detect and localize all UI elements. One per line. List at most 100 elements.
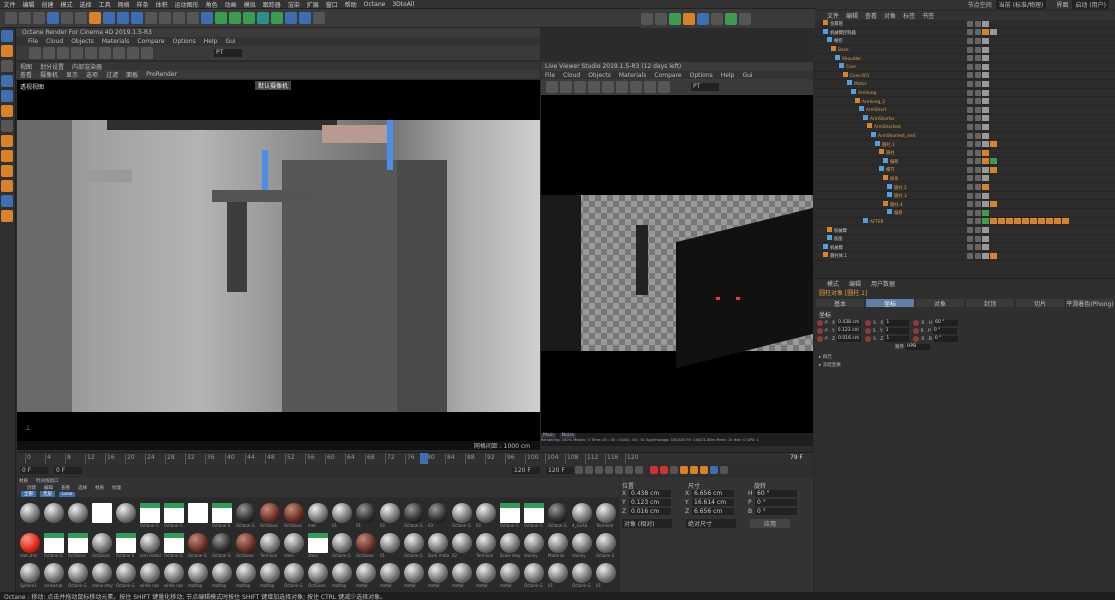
camera-dropdown[interactable]: 默认摄像机 — [255, 81, 292, 90]
tag-icon[interactable] — [982, 98, 989, 105]
material-swatch[interactable]: Octane G — [572, 563, 593, 590]
coord-value-field[interactable]: 0.123 cm — [629, 499, 671, 506]
menu-item-6[interactable]: 网格 — [118, 0, 130, 9]
tag-icon[interactable] — [982, 244, 989, 251]
render-toggle[interactable] — [975, 46, 981, 53]
axis-mode-icon[interactable] — [739, 12, 751, 25]
points-mode-icon[interactable] — [683, 12, 695, 25]
stack-icon[interactable] — [1, 210, 13, 222]
material-menu-item-4[interactable]: 材质 — [95, 485, 104, 491]
node-space-dropdown[interactable]: 当前 (标准/物理) — [995, 0, 1047, 9]
tag-icon[interactable] — [982, 184, 989, 191]
render-toggle[interactable] — [975, 201, 981, 208]
material-swatch[interactable]: metal — [380, 563, 401, 590]
material-swatch[interactable]: Octane G — [524, 503, 545, 530]
tag-icon[interactable] — [982, 80, 989, 87]
rotation-key-icon[interactable] — [690, 466, 698, 474]
tag-icon[interactable] — [982, 166, 989, 173]
render-toggle[interactable] — [975, 158, 981, 165]
render-toggle[interactable] — [975, 166, 981, 173]
lv-send-icon[interactable] — [546, 81, 558, 93]
tag-icon[interactable] — [982, 209, 989, 216]
attr-param-value[interactable]: 1 — [884, 328, 909, 334]
material-swatch[interactable]: 03 — [428, 503, 449, 530]
material-swatch[interactable] — [44, 503, 65, 530]
keyframe-dot-icon[interactable] — [817, 320, 823, 326]
end-frame-field-2[interactable]: 120 F — [546, 466, 574, 474]
snapping-icon[interactable] — [1, 120, 13, 132]
material-swatch[interactable]: Octane S — [212, 503, 233, 530]
tag-icon[interactable] — [990, 218, 997, 225]
octane-menu-item-5[interactable]: Options — [173, 38, 196, 45]
attr-menu-item-0[interactable]: 模式 — [827, 279, 839, 288]
coord-value-field[interactable]: 0 ° — [755, 508, 797, 515]
material-swatch[interactable]: stoney — [524, 533, 545, 560]
lv-pause-icon[interactable] — [574, 81, 586, 93]
visibility-toggle[interactable] — [967, 37, 973, 44]
tag-icon[interactable] — [1046, 218, 1053, 225]
live-viewer-render[interactable] — [541, 95, 813, 433]
visibility-toggle[interactable] — [967, 72, 973, 79]
octane-menu-item-4[interactable]: Compare — [137, 38, 164, 45]
visibility-toggle[interactable] — [967, 63, 973, 70]
sculpt-icon[interactable] — [1, 135, 13, 147]
menu-item-13[interactable]: 跟踪器 — [263, 0, 281, 9]
material-swatch[interactable] — [116, 503, 137, 530]
timeline-ruler[interactable]: 0 4 8 12 16 20 24 28 32 36 40 44 48 52 56 60 64 68 72 76 80 8… — [17, 452, 813, 465]
material-swatch[interactable]: mat — [308, 503, 329, 530]
collapsed-group[interactable]: ▸ 冻结变换 — [815, 362, 1115, 370]
tag-icon[interactable] — [982, 37, 989, 44]
undo-icon[interactable] — [5, 12, 17, 24]
visibility-toggle[interactable] — [967, 192, 973, 199]
object-row[interactable]: 细节 — [815, 166, 1115, 175]
material-swatch[interactable]: OctGloss — [236, 533, 257, 560]
render-toggle[interactable] — [975, 149, 981, 156]
material-swatch[interactable]: Octane G — [404, 533, 425, 560]
visibility-toggle[interactable] — [967, 166, 973, 173]
tag-icon[interactable] — [1054, 218, 1061, 225]
visibility-toggle[interactable] — [967, 149, 973, 156]
lv-menu-item-4[interactable]: Compare — [654, 72, 681, 79]
edges-mode-icon[interactable] — [697, 12, 709, 25]
viewport-menu-item-0[interactable]: 查看 — [20, 70, 32, 79]
menu-item-8[interactable]: 体积 — [156, 0, 168, 9]
object-row[interactable]: 圆柱.3 — [815, 192, 1115, 201]
render-settings-icon[interactable] — [187, 12, 199, 24]
mograph-icon[interactable] — [271, 12, 283, 24]
render-toggle[interactable] — [975, 218, 981, 225]
material-tab-0[interactable]: 材质 — [19, 478, 28, 484]
camera-icon[interactable] — [299, 12, 311, 24]
coord-value-field[interactable]: 16.614 cm — [692, 499, 734, 506]
lv-menu-item-2[interactable]: Objects — [588, 72, 611, 79]
rotate-icon[interactable] — [75, 12, 87, 24]
material-swatch[interactable]: Octane G — [236, 503, 257, 530]
point-mode-icon[interactable] — [1, 75, 13, 87]
material-swatch[interactable]: white rub — [140, 563, 161, 590]
attr-menu-item-1[interactable]: 编辑 — [849, 279, 861, 288]
visibility-toggle[interactable] — [967, 55, 973, 62]
render-toggle[interactable] — [975, 227, 981, 234]
object-row[interactable]: 根控 — [815, 37, 1115, 46]
end-frame-field[interactable]: 120 F — [512, 466, 540, 474]
tag-icon[interactable] — [990, 141, 997, 148]
material-swatch[interactable]: metal — [500, 563, 521, 590]
material-swatch[interactable]: Octane G — [404, 503, 425, 530]
visibility-toggle[interactable] — [967, 132, 973, 139]
coordinate-system-icon[interactable] — [145, 12, 157, 24]
object-row[interactable]: Motor — [815, 80, 1115, 89]
object-row[interactable]: 偏移 — [815, 157, 1115, 167]
object-row[interactable]: 样条 — [815, 174, 1115, 184]
octane-stop-icon[interactable] — [71, 47, 83, 59]
material-swatch[interactable]: 01 — [548, 563, 569, 590]
material-swatch[interactable]: Octane G — [332, 533, 353, 560]
material-swatch[interactable]: mat shin — [20, 533, 41, 560]
visibility-toggle[interactable] — [967, 252, 973, 259]
attr-order-value[interactable]: HPB — [906, 344, 930, 350]
tag-icon[interactable] — [1006, 218, 1013, 225]
material-swatch[interactable]: Terminal — [596, 503, 617, 530]
keyframe-dot-icon[interactable] — [865, 336, 872, 342]
material-menu-item-5[interactable]: 纹理 — [112, 485, 121, 491]
render-toggle[interactable] — [975, 98, 981, 105]
attr-param-value[interactable]: 0.438 cm — [837, 320, 862, 326]
object-menu-item-1[interactable]: 编辑 — [846, 11, 858, 20]
